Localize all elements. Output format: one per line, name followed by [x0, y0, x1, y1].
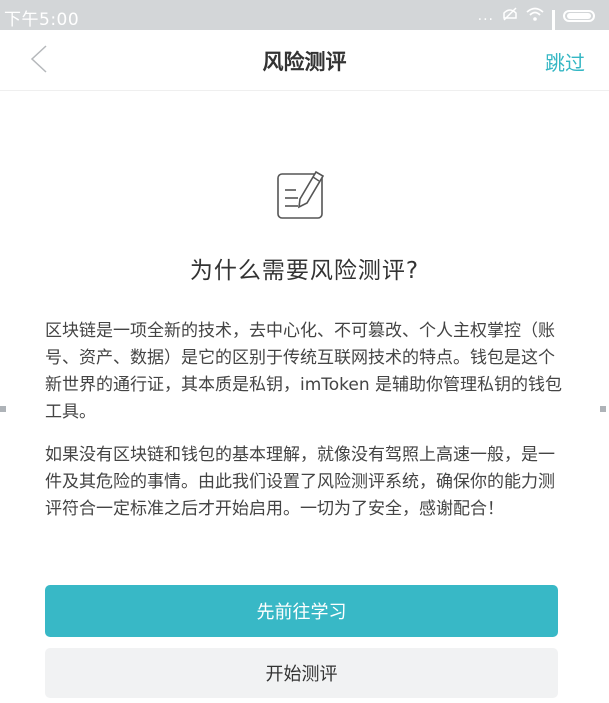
page-title: 风险测评 [262, 50, 347, 74]
document-edit-icon [276, 166, 328, 222]
signal-icon [552, 10, 555, 40]
start-assessment-button[interactable]: 开始测评 [45, 648, 558, 698]
intro-paragraph: 区块链是一项全新的技术，去中心化、不可篡改、个人主权掌控（账号、资产、数据）是它… [45, 321, 563, 422]
status-icons: ... [477, 6, 595, 40]
wifi-icon [526, 6, 544, 26]
status-bar: 下午5:00 ... [0, 0, 609, 40]
question-heading: 为什么需要风险测评? [189, 258, 420, 284]
left-edge-marker [0, 406, 6, 412]
dots-indicator: ... [477, 8, 494, 24]
status-time: 下午5:00 [4, 10, 80, 30]
risk-assessment-screen: 下午5:00 ... 风险测评 跳过 为什么需要风险测评? 区块链是一项全新的技… [0, 0, 609, 703]
right-edge-marker [600, 406, 606, 412]
nav-bar: 风险测评 跳过 [0, 30, 609, 91]
mute-icon [502, 6, 518, 26]
warning-paragraph: 如果没有区块链和钱包的基本理解，就像没有驾照上高速一般，是一件及其危险的事情。由… [45, 445, 555, 519]
learn-first-button[interactable]: 先前往学习 [45, 585, 558, 637]
skip-button[interactable]: 跳过 [545, 47, 585, 76]
battery-icon [563, 10, 595, 22]
